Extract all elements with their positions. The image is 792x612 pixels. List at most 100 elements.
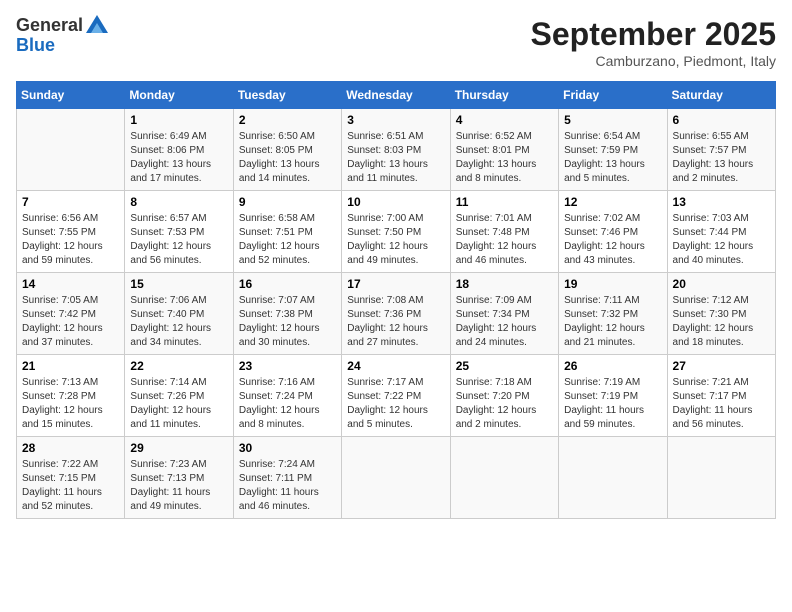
- day-info: Sunrise: 7:12 AMSunset: 7:30 PMDaylight:…: [673, 294, 770, 350]
- calendar-week-row: 14 Sunrise: 7:05 AMSunset: 7:42 PMDaylig…: [17, 273, 776, 355]
- calendar-cell: 12 Sunrise: 7:02 AMSunset: 7:46 PMDaylig…: [559, 191, 667, 273]
- day-info: Sunrise: 6:57 AMSunset: 7:53 PMDaylight:…: [130, 212, 227, 268]
- calendar-cell: [450, 437, 558, 519]
- calendar-cell: 6 Sunrise: 6:55 AMSunset: 7:57 PMDayligh…: [667, 109, 775, 191]
- day-info: Sunrise: 7:14 AMSunset: 7:26 PMDaylight:…: [130, 376, 227, 432]
- day-info: Sunrise: 6:49 AMSunset: 8:06 PMDaylight:…: [130, 130, 227, 186]
- calendar-cell: 19 Sunrise: 7:11 AMSunset: 7:32 PMDaylig…: [559, 273, 667, 355]
- calendar-cell: 9 Sunrise: 6:58 AMSunset: 7:51 PMDayligh…: [233, 191, 341, 273]
- calendar-cell: 8 Sunrise: 6:57 AMSunset: 7:53 PMDayligh…: [125, 191, 233, 273]
- calendar-cell: 20 Sunrise: 7:12 AMSunset: 7:30 PMDaylig…: [667, 273, 775, 355]
- day-info: Sunrise: 7:24 AMSunset: 7:11 PMDaylight:…: [239, 458, 336, 514]
- day-number: 26: [564, 359, 661, 373]
- weekday-header: Monday: [125, 82, 233, 109]
- weekday-header-row: SundayMondayTuesdayWednesdayThursdayFrid…: [17, 82, 776, 109]
- calendar-cell: 28 Sunrise: 7:22 AMSunset: 7:15 PMDaylig…: [17, 437, 125, 519]
- calendar-cell: 1 Sunrise: 6:49 AMSunset: 8:06 PMDayligh…: [125, 109, 233, 191]
- calendar-cell: 10 Sunrise: 7:00 AMSunset: 7:50 PMDaylig…: [342, 191, 450, 273]
- day-number: 29: [130, 441, 227, 455]
- calendar-week-row: 1 Sunrise: 6:49 AMSunset: 8:06 PMDayligh…: [17, 109, 776, 191]
- day-info: Sunrise: 7:18 AMSunset: 7:20 PMDaylight:…: [456, 376, 553, 432]
- month-title: September 2025: [531, 16, 776, 53]
- day-info: Sunrise: 6:50 AMSunset: 8:05 PMDaylight:…: [239, 130, 336, 186]
- day-info: Sunrise: 6:51 AMSunset: 8:03 PMDaylight:…: [347, 130, 444, 186]
- calendar-cell: 26 Sunrise: 7:19 AMSunset: 7:19 PMDaylig…: [559, 355, 667, 437]
- day-info: Sunrise: 7:03 AMSunset: 7:44 PMDaylight:…: [673, 212, 770, 268]
- day-number: 6: [673, 113, 770, 127]
- calendar-cell: 11 Sunrise: 7:01 AMSunset: 7:48 PMDaylig…: [450, 191, 558, 273]
- day-number: 9: [239, 195, 336, 209]
- calendar-cell: [342, 437, 450, 519]
- day-info: Sunrise: 6:58 AMSunset: 7:51 PMDaylight:…: [239, 212, 336, 268]
- logo-general-text: General: [16, 16, 83, 36]
- location: Camburzano, Piedmont, Italy: [531, 53, 776, 69]
- day-number: 30: [239, 441, 336, 455]
- day-number: 20: [673, 277, 770, 291]
- day-number: 12: [564, 195, 661, 209]
- calendar-week-row: 21 Sunrise: 7:13 AMSunset: 7:28 PMDaylig…: [17, 355, 776, 437]
- calendar-cell: 7 Sunrise: 6:56 AMSunset: 7:55 PMDayligh…: [17, 191, 125, 273]
- calendar-week-row: 7 Sunrise: 6:56 AMSunset: 7:55 PMDayligh…: [17, 191, 776, 273]
- page-header: General Blue September 2025 Camburzano, …: [16, 16, 776, 69]
- day-info: Sunrise: 7:09 AMSunset: 7:34 PMDaylight:…: [456, 294, 553, 350]
- calendar-cell: 27 Sunrise: 7:21 AMSunset: 7:17 PMDaylig…: [667, 355, 775, 437]
- calendar-cell: 15 Sunrise: 7:06 AMSunset: 7:40 PMDaylig…: [125, 273, 233, 355]
- day-info: Sunrise: 6:56 AMSunset: 7:55 PMDaylight:…: [22, 212, 119, 268]
- calendar-cell: 17 Sunrise: 7:08 AMSunset: 7:36 PMDaylig…: [342, 273, 450, 355]
- day-info: Sunrise: 6:54 AMSunset: 7:59 PMDaylight:…: [564, 130, 661, 186]
- day-number: 4: [456, 113, 553, 127]
- day-number: 17: [347, 277, 444, 291]
- calendar-cell: 13 Sunrise: 7:03 AMSunset: 7:44 PMDaylig…: [667, 191, 775, 273]
- day-number: 2: [239, 113, 336, 127]
- day-info: Sunrise: 7:19 AMSunset: 7:19 PMDaylight:…: [564, 376, 661, 432]
- calendar-cell: 16 Sunrise: 7:07 AMSunset: 7:38 PMDaylig…: [233, 273, 341, 355]
- weekday-header: Friday: [559, 82, 667, 109]
- day-info: Sunrise: 7:08 AMSunset: 7:36 PMDaylight:…: [347, 294, 444, 350]
- day-number: 18: [456, 277, 553, 291]
- day-number: 10: [347, 195, 444, 209]
- day-info: Sunrise: 7:22 AMSunset: 7:15 PMDaylight:…: [22, 458, 119, 514]
- calendar-cell: 14 Sunrise: 7:05 AMSunset: 7:42 PMDaylig…: [17, 273, 125, 355]
- day-info: Sunrise: 7:13 AMSunset: 7:28 PMDaylight:…: [22, 376, 119, 432]
- calendar-cell: 18 Sunrise: 7:09 AMSunset: 7:34 PMDaylig…: [450, 273, 558, 355]
- title-area: September 2025 Camburzano, Piedmont, Ita…: [531, 16, 776, 69]
- day-info: Sunrise: 7:02 AMSunset: 7:46 PMDaylight:…: [564, 212, 661, 268]
- day-info: Sunrise: 7:06 AMSunset: 7:40 PMDaylight:…: [130, 294, 227, 350]
- day-info: Sunrise: 7:07 AMSunset: 7:38 PMDaylight:…: [239, 294, 336, 350]
- calendar-week-row: 28 Sunrise: 7:22 AMSunset: 7:15 PMDaylig…: [17, 437, 776, 519]
- day-number: 21: [22, 359, 119, 373]
- day-number: 22: [130, 359, 227, 373]
- calendar-cell: [667, 437, 775, 519]
- calendar-cell: [17, 109, 125, 191]
- calendar-cell: 2 Sunrise: 6:50 AMSunset: 8:05 PMDayligh…: [233, 109, 341, 191]
- calendar-cell: [559, 437, 667, 519]
- weekday-header: Wednesday: [342, 82, 450, 109]
- day-number: 11: [456, 195, 553, 209]
- weekday-header: Saturday: [667, 82, 775, 109]
- calendar-cell: 5 Sunrise: 6:54 AMSunset: 7:59 PMDayligh…: [559, 109, 667, 191]
- calendar-cell: 25 Sunrise: 7:18 AMSunset: 7:20 PMDaylig…: [450, 355, 558, 437]
- calendar-cell: 3 Sunrise: 6:51 AMSunset: 8:03 PMDayligh…: [342, 109, 450, 191]
- day-number: 8: [130, 195, 227, 209]
- day-number: 13: [673, 195, 770, 209]
- day-info: Sunrise: 7:23 AMSunset: 7:13 PMDaylight:…: [130, 458, 227, 514]
- logo-icon: [86, 15, 108, 35]
- day-info: Sunrise: 7:16 AMSunset: 7:24 PMDaylight:…: [239, 376, 336, 432]
- day-number: 25: [456, 359, 553, 373]
- day-number: 23: [239, 359, 336, 373]
- calendar-cell: 24 Sunrise: 7:17 AMSunset: 7:22 PMDaylig…: [342, 355, 450, 437]
- day-number: 1: [130, 113, 227, 127]
- day-info: Sunrise: 7:21 AMSunset: 7:17 PMDaylight:…: [673, 376, 770, 432]
- day-number: 27: [673, 359, 770, 373]
- day-number: 15: [130, 277, 227, 291]
- day-number: 24: [347, 359, 444, 373]
- day-info: Sunrise: 6:52 AMSunset: 8:01 PMDaylight:…: [456, 130, 553, 186]
- logo: General Blue: [16, 16, 108, 56]
- weekday-header: Thursday: [450, 82, 558, 109]
- calendar-cell: 23 Sunrise: 7:16 AMSunset: 7:24 PMDaylig…: [233, 355, 341, 437]
- day-info: Sunrise: 7:01 AMSunset: 7:48 PMDaylight:…: [456, 212, 553, 268]
- logo-blue-text: Blue: [16, 36, 108, 56]
- day-info: Sunrise: 7:11 AMSunset: 7:32 PMDaylight:…: [564, 294, 661, 350]
- day-info: Sunrise: 6:55 AMSunset: 7:57 PMDaylight:…: [673, 130, 770, 186]
- day-info: Sunrise: 7:00 AMSunset: 7:50 PMDaylight:…: [347, 212, 444, 268]
